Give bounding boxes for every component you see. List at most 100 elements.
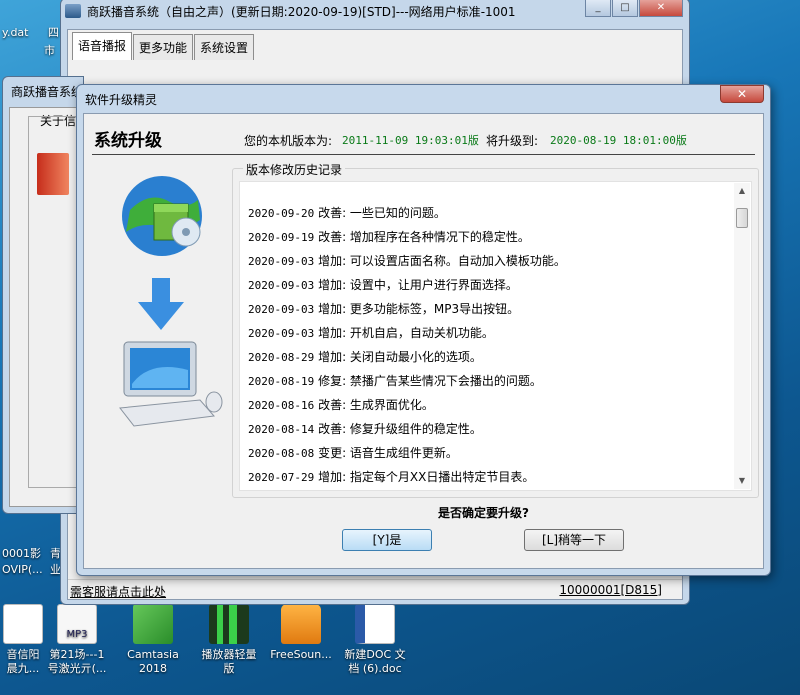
desktop-icon-camtasia[interactable]: Camtasia 2018 [120,604,186,676]
license-code-link[interactable]: 10000001[D815] [559,583,662,597]
history-date: 2020-09-20 [248,207,315,220]
history-item: 2020-09-20 改善: 一些已知的问题。 [248,204,446,221]
app-icon [65,4,81,18]
close-button[interactable]: ✕ [639,0,683,17]
desktop-icon-label: 版 [223,662,235,675]
main-window-title: 商跃播音系统（自由之声）(更新日期:2020-09-19)[STD]---网络用… [87,4,516,19]
tab-system-settings[interactable]: 系统设置 [194,34,255,60]
word-doc-icon [355,604,395,644]
history-text: 增加: 关闭自动最小化的选项。 [318,350,482,364]
status-bar: 需客服请点击此处 10000001[D815] [68,579,682,599]
desktop-icon-mp3[interactable]: MP3 第21场---1 号激光亓(... [44,604,110,676]
desktop-icon-label: Camtasia [127,648,179,661]
history-item: 2020-09-03 增加: 开机自启，自动关机功能。 [248,324,494,341]
box-product-icon [37,153,69,195]
history-date: 2020-09-03 [248,327,315,340]
maximize-button[interactable]: □ [612,0,638,17]
desktop-icon-label: 档 (6).doc [348,662,402,675]
history-date: 2020-09-03 [248,279,315,292]
history-text: 增加: 更多功能标签，MP3导出按钮。 [318,302,520,316]
dialog-heading: 系统升级 [94,131,162,151]
globe-package-icon [122,176,202,256]
upgrade-to-label: 将升级到: [486,134,539,148]
desktop-text-file[interactable]: 市 [44,44,55,58]
camtasia-icon [133,604,173,644]
scroll-thumb[interactable] [736,208,748,228]
upgrade-dialog: 软件升级精灵 ✕ 系统升级 您的本机版本为: 2011-11-09 19:03:… [76,84,771,576]
desktop-icon-label: 号激光亓(... [47,662,107,675]
history-date: 2020-08-14 [248,423,315,436]
history-item: 2020-08-29 增加: 关闭自动最小化的选项。 [248,348,482,365]
history-text: 改善: 增加程序在各种情况下的稳定性。 [318,230,530,244]
history-date: 2020-08-16 [248,399,315,412]
history-item: 2020-08-14 改善: 修复升级组件的稳定性。 [248,420,482,437]
history-text: 改善: 修复升级组件的稳定性。 [318,422,482,436]
current-version-label: 您的本机版本为: [244,134,333,148]
history-group-label: 版本修改历史记录 [243,161,346,178]
history-item: 2020-09-03 增加: 可以设置店面名称。自动加入模板功能。 [248,252,566,269]
wait-later-button[interactable]: [L]稍等一下 [524,529,624,551]
background-window: 商跃播音系统 关于信 [2,76,84,514]
computer-icon [119,341,223,427]
history-item: 2020-07-29 增加: 指定每个月XX日播出特定节目表。 [248,468,534,485]
history-item: 2020-08-08 变更: 语音生成组件更新。 [248,444,458,461]
history-item: 2020-09-03 增加: 更多功能标签，MP3导出按钮。 [248,300,519,317]
desktop-text-file[interactable]: y.dat [2,26,28,40]
desktop-icon-player[interactable]: 播放器轻量 版 [196,604,262,676]
desktop-text-file[interactable]: 0001影 [2,547,41,561]
history-date: 2020-09-03 [248,255,315,268]
confirm-question: 是否确定要升级? [438,506,529,520]
history-list[interactable]: 2020-09-20 改善: 一些已知的问题。 2020-09-19 改善: 增… [239,181,752,491]
history-groupbox: 版本修改历史记录 2020-09-20 改善: 一些已知的问题。 2020-09… [232,161,759,498]
desktop-icon-label: FreeSoun... [270,648,332,661]
dialog-client: 系统升级 您的本机版本为: 2011-11-09 19:03:01版 将升级到:… [83,113,764,569]
history-scrollbar[interactable]: ▲ ▼ [734,183,750,489]
history-text: 增加: 开机自启，自动关机功能。 [318,326,494,340]
upgrade-to-value: 2020-08-19 18:01:00版 [550,134,687,147]
main-tabs: 语音播报 更多功能 系统设置 [72,32,255,60]
tab-more-functions[interactable]: 更多功能 [133,34,194,60]
tab-voice-broadcast[interactable]: 语音播报 [72,32,133,60]
background-window-groupbox [28,116,82,488]
desktop-text-file[interactable]: OVIP(... [2,563,43,577]
upgrade-illustration [119,176,223,427]
minimize-button[interactable]: _ [585,0,611,17]
down-arrow-icon [138,278,184,330]
history-text: 变更: 语音生成组件更新。 [318,446,458,460]
main-window-caption-buttons: _ □ ✕ [584,0,683,17]
main-window-titlebar[interactable]: 商跃播音系统（自由之声）(更新日期:2020-09-19)[STD]---网络用… [65,0,579,23]
current-version-value: 2011-11-09 19:03:01版 [342,134,479,147]
player-icon [209,604,249,644]
desktop-icon-label: 新建DOC 文 [344,648,406,661]
header-divider [92,154,755,155]
desktop-text-file[interactable]: 四 [48,26,59,40]
sound-file-icon [3,604,43,644]
lock-app-icon [281,604,321,644]
history-text: 改善: 生成界面优化。 [318,398,434,412]
dialog-title: 软件升级精灵 [85,93,158,107]
history-text: 增加: 设置中，让用户进行界面选择。 [318,278,518,292]
desktop-icon-freesound[interactable]: FreeSoun... [268,604,334,662]
history-date: 2020-07-29 [248,471,315,484]
history-item: 2020-09-19 改善: 增加程序在各种情况下的稳定性。 [248,228,530,245]
desktop-icon-label: 2018 [139,662,167,675]
history-date: 2020-08-29 [248,351,315,364]
history-item: 2020-08-16 改善: 生成界面优化。 [248,396,434,413]
history-item: 2020-08-19 修复: 禁播广告某些情况下会播出的问题。 [248,372,542,389]
scroll-up-arrow-icon[interactable]: ▲ [734,183,750,199]
desktop-icon-word-doc[interactable]: 新建DOC 文 档 (6).doc [342,604,408,676]
background-window-client: 关于信 [9,107,83,507]
desktop-icon-label: 第21场---1 [49,648,105,661]
history-text: 增加: 可以设置店面名称。自动加入模板功能。 [318,254,566,268]
history-date: 2020-09-19 [248,231,315,244]
dialog-close-button[interactable]: ✕ [720,85,764,103]
mp3-file-icon: MP3 [57,604,97,644]
history-text: 增加: 指定每个月XX日播出特定节目表。 [318,470,535,484]
customer-service-link[interactable]: 需客服请点击此处 [70,583,166,600]
confirm-upgrade-button[interactable]: [Y]是 [342,529,432,551]
desktop-icon-label: 播放器轻量 [201,648,257,661]
history-item: 2020-09-03 增加: 设置中，让用户进行界面选择。 [248,276,518,293]
scroll-down-arrow-icon[interactable]: ▼ [734,473,750,489]
background-window-title: 商跃播音系统 [11,85,84,99]
history-date: 2020-08-08 [248,447,315,460]
